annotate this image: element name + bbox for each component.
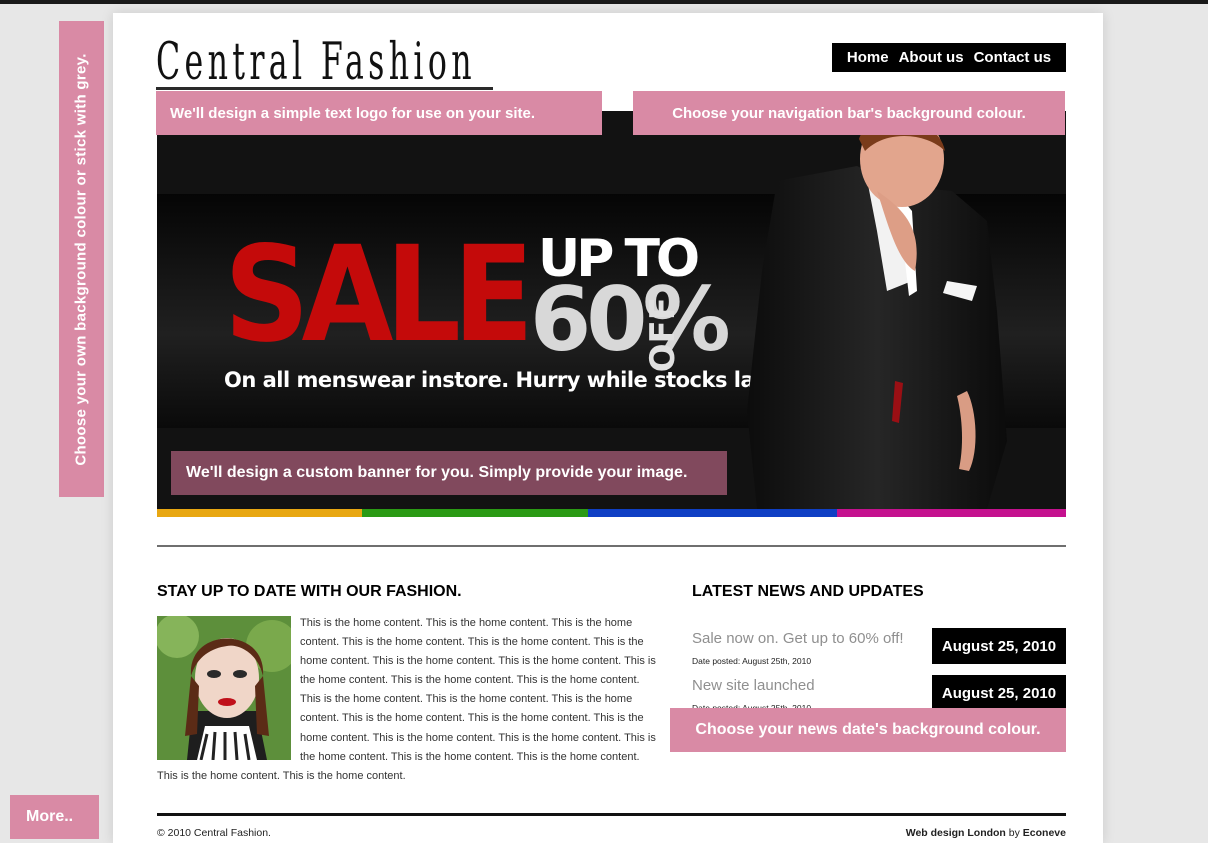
nav-colour-note: Choose your navigation bar's background … — [633, 91, 1065, 135]
footer-credit-link[interactable]: Web design London — [906, 827, 1006, 839]
nav-home[interactable]: Home — [847, 49, 889, 66]
nav-contact-us[interactable]: Contact us — [974, 49, 1052, 66]
banner-sale-text: SALE — [224, 218, 534, 372]
news-item-title[interactable]: New site launched — [692, 677, 815, 694]
top-bar — [0, 0, 1208, 13]
footer-credit-company[interactable]: Econeve — [1023, 827, 1066, 839]
section-divider — [157, 545, 1066, 547]
banner-model-image — [747, 111, 1007, 509]
news-item-posted: Date posted: August 25th, 2010 — [692, 656, 812, 666]
footer-credit-by: by — [1008, 827, 1020, 839]
background-colour-tab[interactable]: Choose your own background colour or sti… — [59, 21, 104, 497]
logo-underline — [156, 87, 493, 90]
background-colour-tab-label: Choose your own background colour or sti… — [73, 52, 90, 466]
news-item[interactable]: Sale now on. Get up to 60% off! Date pos… — [692, 628, 1066, 668]
footer-copyright: © 2010 Central Fashion. — [157, 827, 271, 839]
stripe-orange — [157, 509, 362, 517]
content-heading: STAY UP TO DATE WITH OUR FASHION. — [157, 583, 462, 600]
stripe-magenta — [837, 509, 1066, 517]
sale-banner[interactable]: SALE UP TO 60% OFF On all menswear insto… — [157, 111, 1066, 509]
stripe-blue — [588, 509, 837, 517]
news-date-colour-note: Choose your news date's background colou… — [670, 708, 1066, 752]
footer-divider — [157, 813, 1066, 816]
news-item-title[interactable]: Sale now on. Get up to 60% off! — [692, 630, 904, 647]
stripe-green — [362, 509, 588, 517]
news-item-date-badge: August 25, 2010 — [932, 628, 1066, 664]
news-item-date-badge: August 25, 2010 — [932, 675, 1066, 711]
banner-percent-text: 60% — [530, 268, 731, 371]
news-heading: LATEST NEWS AND UPDATES — [692, 583, 924, 600]
banner-colour-stripes — [157, 509, 1066, 517]
logo-note: We'll design a simple text logo for use … — [156, 91, 602, 135]
main-navigation: Home About us Contact us — [832, 43, 1066, 72]
page-container: Central Fashion Home About us Contact us… — [113, 13, 1103, 843]
banner-off-text: OFF — [643, 297, 683, 373]
nav-about-us[interactable]: About us — [899, 49, 964, 66]
content-body-text: This is the home content. This is the ho… — [157, 614, 660, 786]
banner-note: We'll design a custom banner for you. Si… — [171, 451, 727, 495]
site-logo[interactable]: Central Fashion — [156, 33, 476, 93]
banner-tagline: On all menswear instore. Hurry while sto… — [224, 368, 785, 392]
portrait-spacer — [157, 614, 300, 766]
more-button[interactable]: More.. — [10, 795, 99, 839]
footer-credit: Web design London by Econeve — [906, 827, 1066, 839]
